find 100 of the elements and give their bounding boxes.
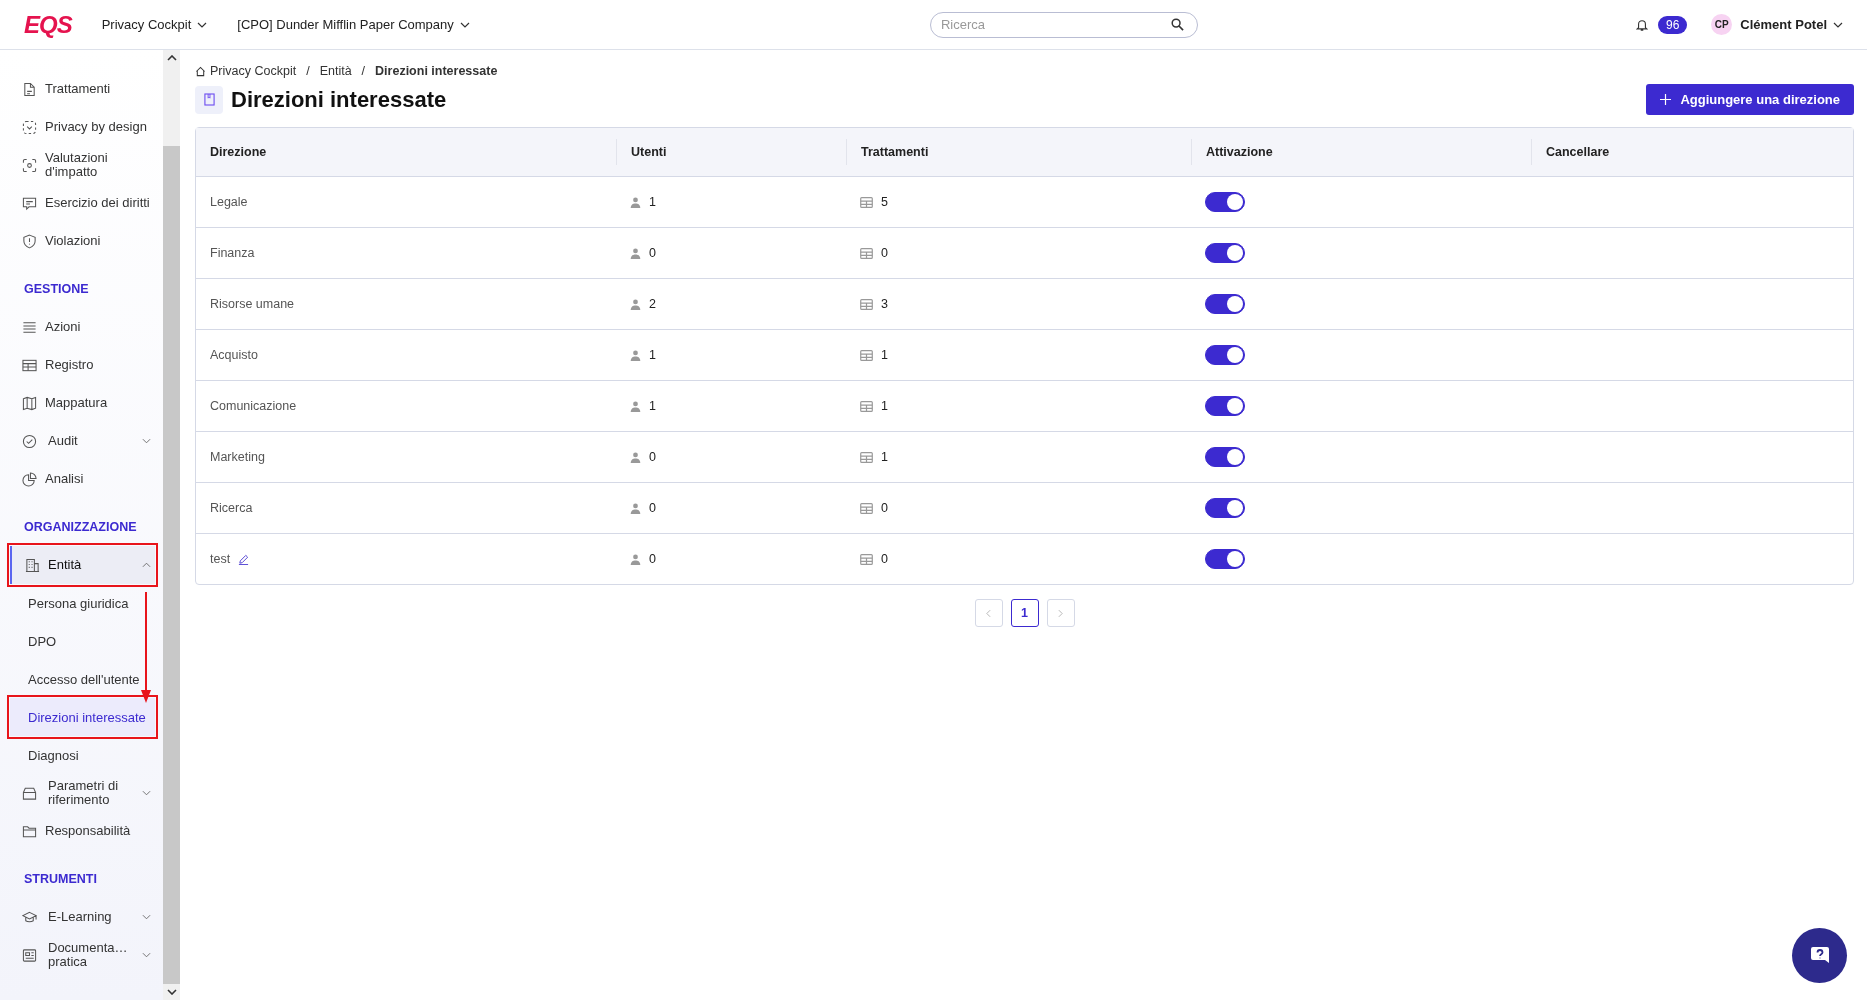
table-cell: 1 — [649, 399, 656, 413]
notification-count[interactable]: 96 — [1657, 15, 1688, 34]
chevron-left-icon — [986, 608, 991, 618]
graduation-cap-icon — [22, 909, 37, 925]
table-cell: 1 — [881, 450, 888, 464]
table-cell: 0 — [649, 501, 656, 515]
toggle-switch[interactable] — [1205, 294, 1245, 314]
user-avatar[interactable]: CP — [1711, 14, 1733, 35]
table-cell: Acquisto — [210, 348, 258, 362]
toggle-switch[interactable] — [1205, 192, 1245, 212]
list-icon — [22, 319, 37, 335]
table-icon — [22, 357, 37, 373]
table-cell: test — [210, 552, 231, 566]
chevron-down-icon — [1833, 21, 1843, 28]
search-field[interactable]: Ricerca — [929, 11, 1198, 38]
breadcrumb-separator: / — [361, 64, 366, 78]
column-header: Direzione — [209, 144, 268, 161]
table-icon — [860, 451, 873, 463]
sidebar-item[interactable]: Parametri di riferimento — [10, 774, 155, 812]
chevron-right-icon — [1058, 608, 1063, 618]
sidebar-item[interactable]: Trattamenti — [10, 70, 155, 108]
user-icon — [630, 451, 641, 463]
sidebar-subitem[interactable]: Accesso dell'utente — [10, 660, 155, 698]
menu-dropdown[interactable]: [CPO] Dunder Mifflin Paper Company — [237, 17, 470, 32]
user-icon — [630, 349, 641, 361]
scrollbar-thumb[interactable] — [163, 146, 180, 984]
sidebar-item[interactable]: Valutazioni d'impatto — [10, 146, 155, 184]
table-icon — [860, 196, 873, 208]
add-button[interactable]: Aggiungere una direzione — [1646, 84, 1854, 115]
sidebar-subitem[interactable]: Diagnosi — [10, 736, 155, 774]
page-button[interactable]: 1 — [1010, 599, 1039, 627]
user-menu[interactable]: Clément Potel — [1740, 17, 1843, 32]
column-header: Cancellare — [1531, 139, 1853, 165]
sidebar-subitem[interactable]: Persona giuridica — [10, 584, 155, 622]
section-heading: GESTIONE — [23, 281, 90, 298]
sidebar-item[interactable]: Responsabilità — [10, 812, 155, 850]
toggle-switch[interactable] — [1205, 243, 1245, 263]
table-cell: 0 — [881, 552, 888, 566]
table-icon — [860, 298, 873, 310]
breadcrumb-link[interactable]: Privacy Cockpit — [210, 64, 297, 78]
scan-icon — [22, 157, 37, 173]
sidebar-subitem[interactable]: Direzioni interessate — [10, 698, 155, 736]
user-icon — [630, 298, 641, 310]
toggle-switch[interactable] — [1205, 447, 1245, 467]
column-header: Trattamenti — [846, 139, 1191, 165]
chat-bubble-icon — [22, 195, 37, 211]
pencil-icon[interactable] — [238, 553, 250, 565]
menu-dropdown[interactable]: Privacy Cockpit — [101, 17, 208, 32]
newspaper-icon — [22, 947, 37, 963]
search-icon — [1170, 17, 1184, 31]
sidebar-item[interactable]: Violazioni — [10, 222, 155, 260]
table-cell: 0 — [881, 246, 888, 260]
table-cell: Finanza — [210, 246, 255, 260]
table-cell: 3 — [881, 297, 888, 311]
map-icon — [22, 395, 37, 411]
breadcrumb-separator: / — [306, 64, 310, 78]
dashed-square-icon — [22, 119, 37, 135]
table-cell: 1 — [649, 348, 656, 362]
sidebar-item[interactable]: Documenta… pratica — [10, 936, 155, 974]
table-cell: 0 — [881, 501, 888, 515]
breadcrumb-link[interactable]: Entità — [319, 64, 352, 78]
sidebar-item[interactable]: Esercizio dei diritti — [10, 184, 155, 222]
user-icon — [630, 553, 641, 565]
scroll-down-icon[interactable] — [166, 989, 177, 995]
help-chat-button[interactable] — [1792, 928, 1847, 983]
home-icon — [195, 65, 206, 77]
bookmark-icon — [195, 85, 223, 114]
table-icon — [860, 502, 873, 514]
logo[interactable]: EQS — [24, 10, 72, 39]
plus-icon — [1660, 94, 1672, 105]
user-icon — [630, 247, 641, 259]
table-cell: 1 — [881, 348, 888, 362]
table-cell: 5 — [881, 195, 888, 209]
column-header: Attivazione — [1191, 139, 1531, 165]
sidebar-subitem[interactable]: DPO — [10, 622, 155, 660]
table-cell: 1 — [881, 399, 888, 413]
table-cell: 0 — [649, 450, 656, 464]
table-icon — [860, 247, 873, 259]
sidebar-item[interactable]: Audit — [10, 422, 155, 460]
table-cell: Legale — [210, 195, 248, 209]
sidebar-item[interactable]: Analisi — [10, 460, 155, 498]
section-heading: STRUMENTI — [23, 871, 98, 888]
pie-chart-icon — [22, 471, 37, 487]
toggle-switch[interactable] — [1205, 396, 1245, 416]
sidebar-item[interactable]: Entità — [10, 546, 155, 584]
sidebar-item[interactable]: E-Learning — [10, 898, 155, 936]
sidebar-item[interactable]: Privacy by design — [10, 108, 155, 146]
sidebar-item[interactable]: Mappatura — [10, 384, 155, 422]
sidebar-item[interactable]: Registro — [10, 346, 155, 384]
bell-icon[interactable] — [1635, 17, 1648, 32]
toggle-switch[interactable] — [1205, 345, 1245, 365]
scroll-up-icon[interactable] — [166, 55, 177, 61]
sidebar-item[interactable]: Azioni — [10, 308, 155, 346]
column-header: Utenti — [616, 139, 846, 165]
table-icon — [860, 349, 873, 361]
section-heading: ORGANIZZAZIONE — [23, 519, 138, 536]
toggle-switch[interactable] — [1205, 498, 1245, 518]
shield-icon — [22, 233, 37, 249]
toggle-switch[interactable] — [1205, 549, 1245, 569]
table-cell: Marketing — [210, 450, 265, 464]
